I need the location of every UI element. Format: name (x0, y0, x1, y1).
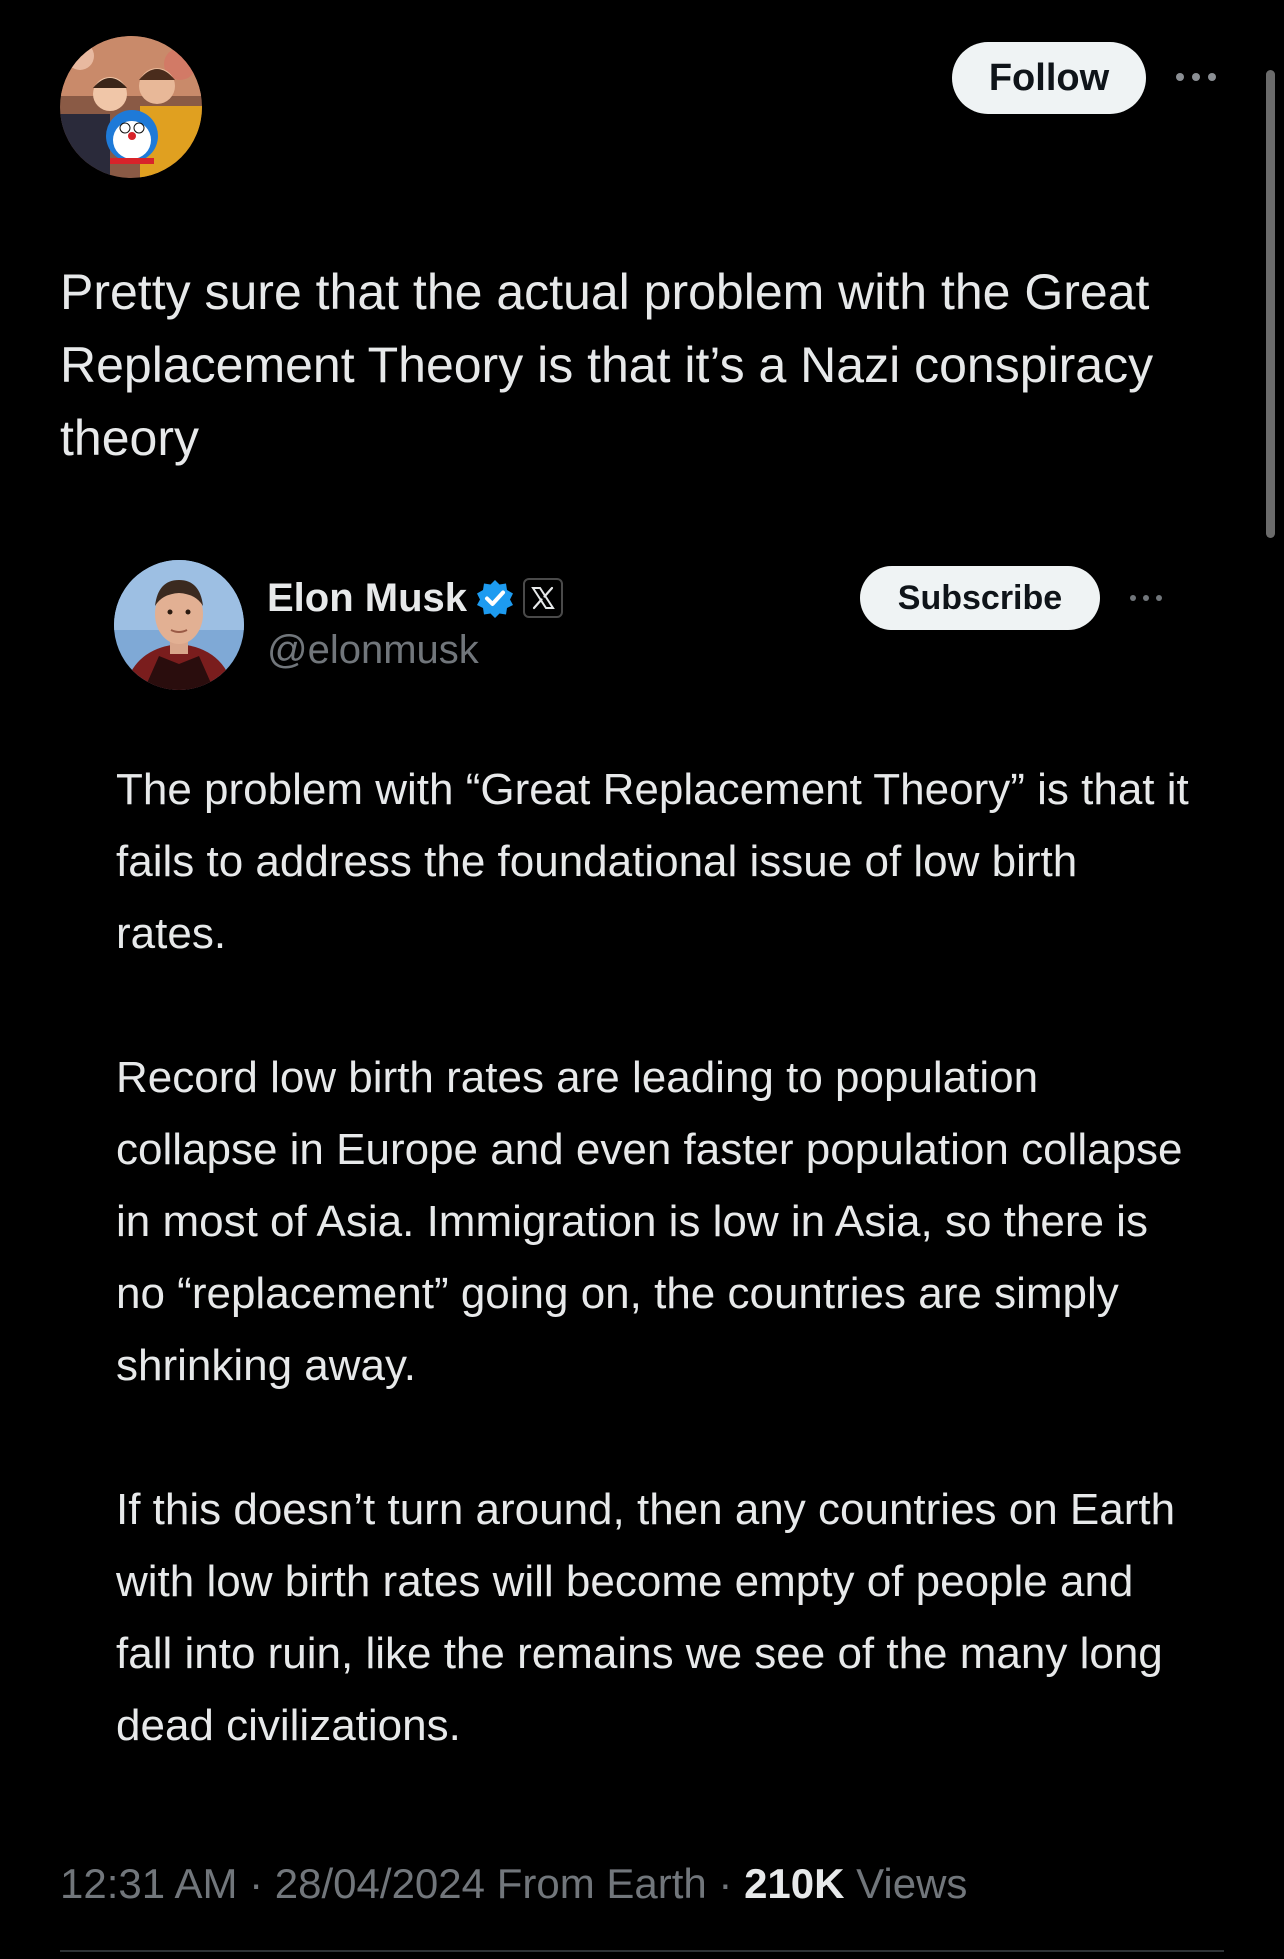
quoted-paragraph: If this doesn’t turn around, then any co… (116, 1485, 1176, 1750)
quoted-author-name[interactable]: Elon Musk (267, 576, 467, 621)
quoted-author-avatar[interactable] (114, 560, 244, 690)
meta-separator: · (237, 1860, 275, 1907)
quoted-paragraph: Record low birth rates are leading to po… (116, 1053, 1183, 1390)
views-count[interactable]: 210K (744, 1860, 844, 1907)
divider (60, 1950, 1224, 1952)
tweet-time[interactable]: 12:31 AM (60, 1860, 237, 1907)
meta-separator: · (706, 1860, 745, 1907)
quoted-author-handle[interactable]: @elonmusk (267, 628, 479, 673)
tweet-text: Pretty sure that the actual problem with… (60, 264, 1154, 466)
tweet-date[interactable]: 28/04/2024 (275, 1860, 485, 1907)
subscribe-button[interactable]: Subscribe (860, 566, 1100, 630)
scrollbar[interactable] (1266, 70, 1275, 538)
quoted-tweet-text: The problem with “Great Replacement Theo… (116, 754, 1196, 1762)
follow-button[interactable]: Follow (952, 42, 1146, 114)
x-logo-icon (523, 578, 564, 618)
verified-badge-icon (477, 580, 514, 618)
more-dots-icon[interactable] (1126, 588, 1166, 608)
quoted-paragraph: The problem with “Great Replacement Theo… (116, 765, 1189, 958)
tweet-detail-page: Follow Pretty sure that the actual probl… (0, 0, 1284, 1959)
tweet-meta: 12:31 AM · 28/04/2024 From Earth · 210K … (60, 1856, 967, 1912)
quoted-author-row: Elon Musk (267, 568, 564, 628)
author-avatar[interactable] (60, 36, 202, 178)
tweet-source: From Earth (496, 1860, 707, 1907)
more-dots-icon[interactable] (1172, 62, 1220, 92)
views-label: Views (856, 1860, 968, 1907)
